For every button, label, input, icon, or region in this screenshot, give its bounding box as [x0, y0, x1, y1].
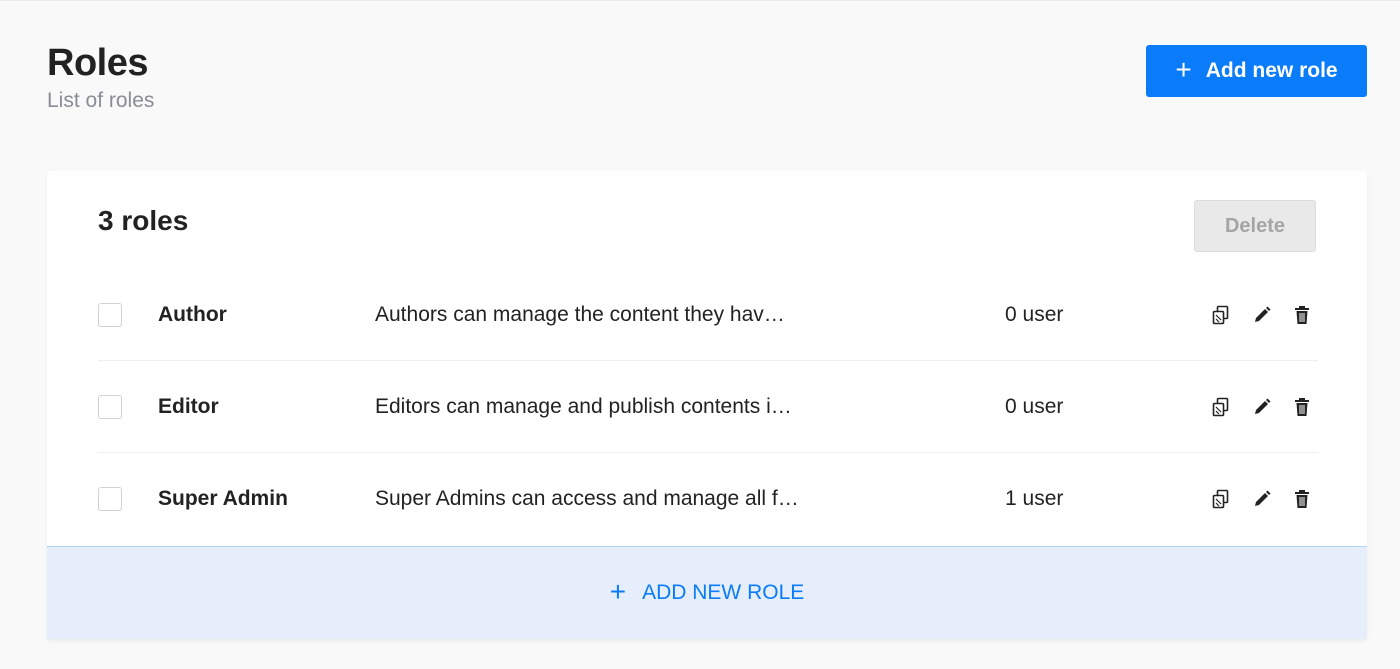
row-actions — [1210, 395, 1314, 419]
table-row: Author Authors can manage the content th… — [98, 269, 1318, 361]
plus-icon: + — [1175, 53, 1192, 85]
role-user-count: 1 user — [1005, 487, 1064, 510]
role-name: Super Admin — [158, 487, 288, 510]
add-new-role-button[interactable]: + Add new role — [1146, 45, 1367, 97]
page-subtitle: List of roles — [47, 89, 155, 112]
row-checkbox[interactable] — [98, 303, 122, 327]
table-row: Editor Editors can manage and publish co… — [98, 361, 1318, 453]
trash-icon[interactable] — [1290, 487, 1314, 511]
role-description: Super Admins can access and manage all f… — [375, 487, 799, 510]
role-name: Author — [158, 302, 227, 326]
row-checkbox[interactable] — [98, 487, 122, 511]
delete-button[interactable]: Delete — [1194, 200, 1316, 252]
trash-icon[interactable] — [1290, 303, 1314, 327]
page-header: Roles List of roles — [47, 43, 154, 113]
add-new-role-footer-button[interactable]: + ADD NEW ROLE — [47, 546, 1367, 639]
plus-icon: + — [609, 575, 627, 607]
role-name: Editor — [158, 394, 219, 418]
roles-card: 3 roles Delete Author Authors can manage… — [47, 171, 1367, 639]
trash-icon[interactable] — [1290, 395, 1314, 419]
add-new-role-footer-label: ADD NEW ROLE — [642, 581, 805, 604]
row-actions — [1210, 303, 1314, 327]
add-new-role-label: Add new role — [1205, 59, 1338, 82]
pencil-icon[interactable] — [1250, 395, 1274, 419]
page-title: Roles — [47, 42, 148, 84]
duplicate-icon[interactable] — [1210, 487, 1234, 511]
role-user-count: 0 user — [1005, 394, 1064, 418]
table-row: Super Admin Super Admins can access and … — [98, 453, 1318, 545]
role-description: Authors can manage the content they hav… — [375, 302, 785, 326]
pencil-icon[interactable] — [1250, 303, 1274, 327]
row-actions — [1210, 487, 1314, 511]
duplicate-icon[interactable] — [1210, 303, 1234, 327]
roles-page: Roles List of roles + Add new role 3 rol… — [0, 0, 1400, 669]
roles-count-title: 3 roles — [98, 205, 189, 236]
row-checkbox[interactable] — [98, 395, 122, 419]
roles-list: Author Authors can manage the content th… — [98, 269, 1318, 545]
duplicate-icon[interactable] — [1210, 395, 1234, 419]
role-description: Editors can manage and publish contents … — [375, 394, 792, 418]
role-user-count: 0 user — [1005, 302, 1064, 326]
pencil-icon[interactable] — [1250, 487, 1274, 511]
